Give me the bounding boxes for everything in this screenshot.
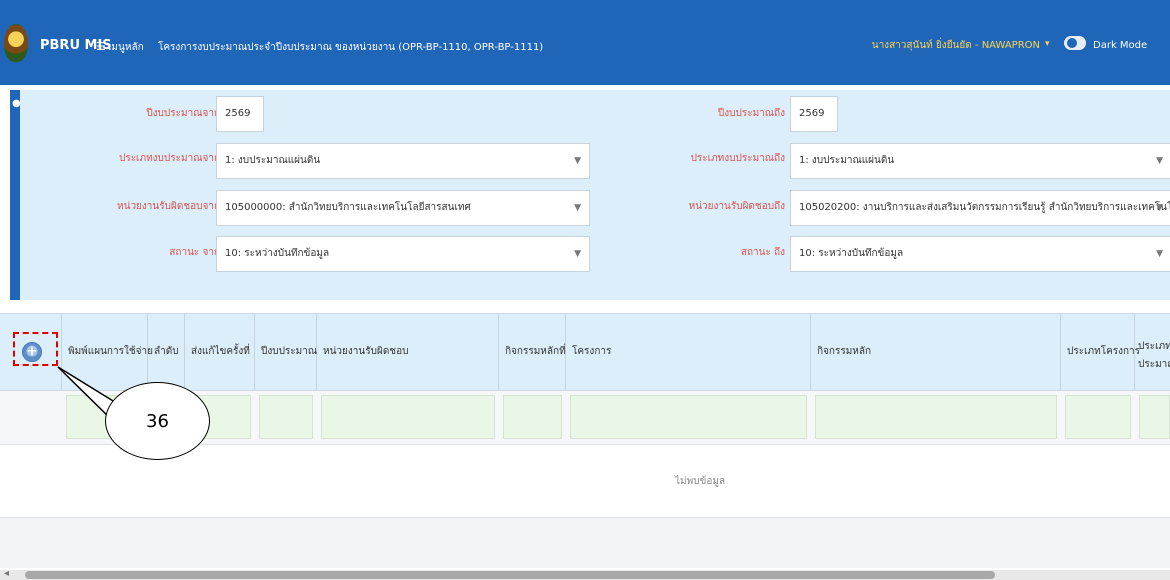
callout-number: 36 — [146, 411, 169, 432]
annotation-callout: 36 — [105, 382, 210, 460]
callout-pointer — [57, 366, 120, 420]
